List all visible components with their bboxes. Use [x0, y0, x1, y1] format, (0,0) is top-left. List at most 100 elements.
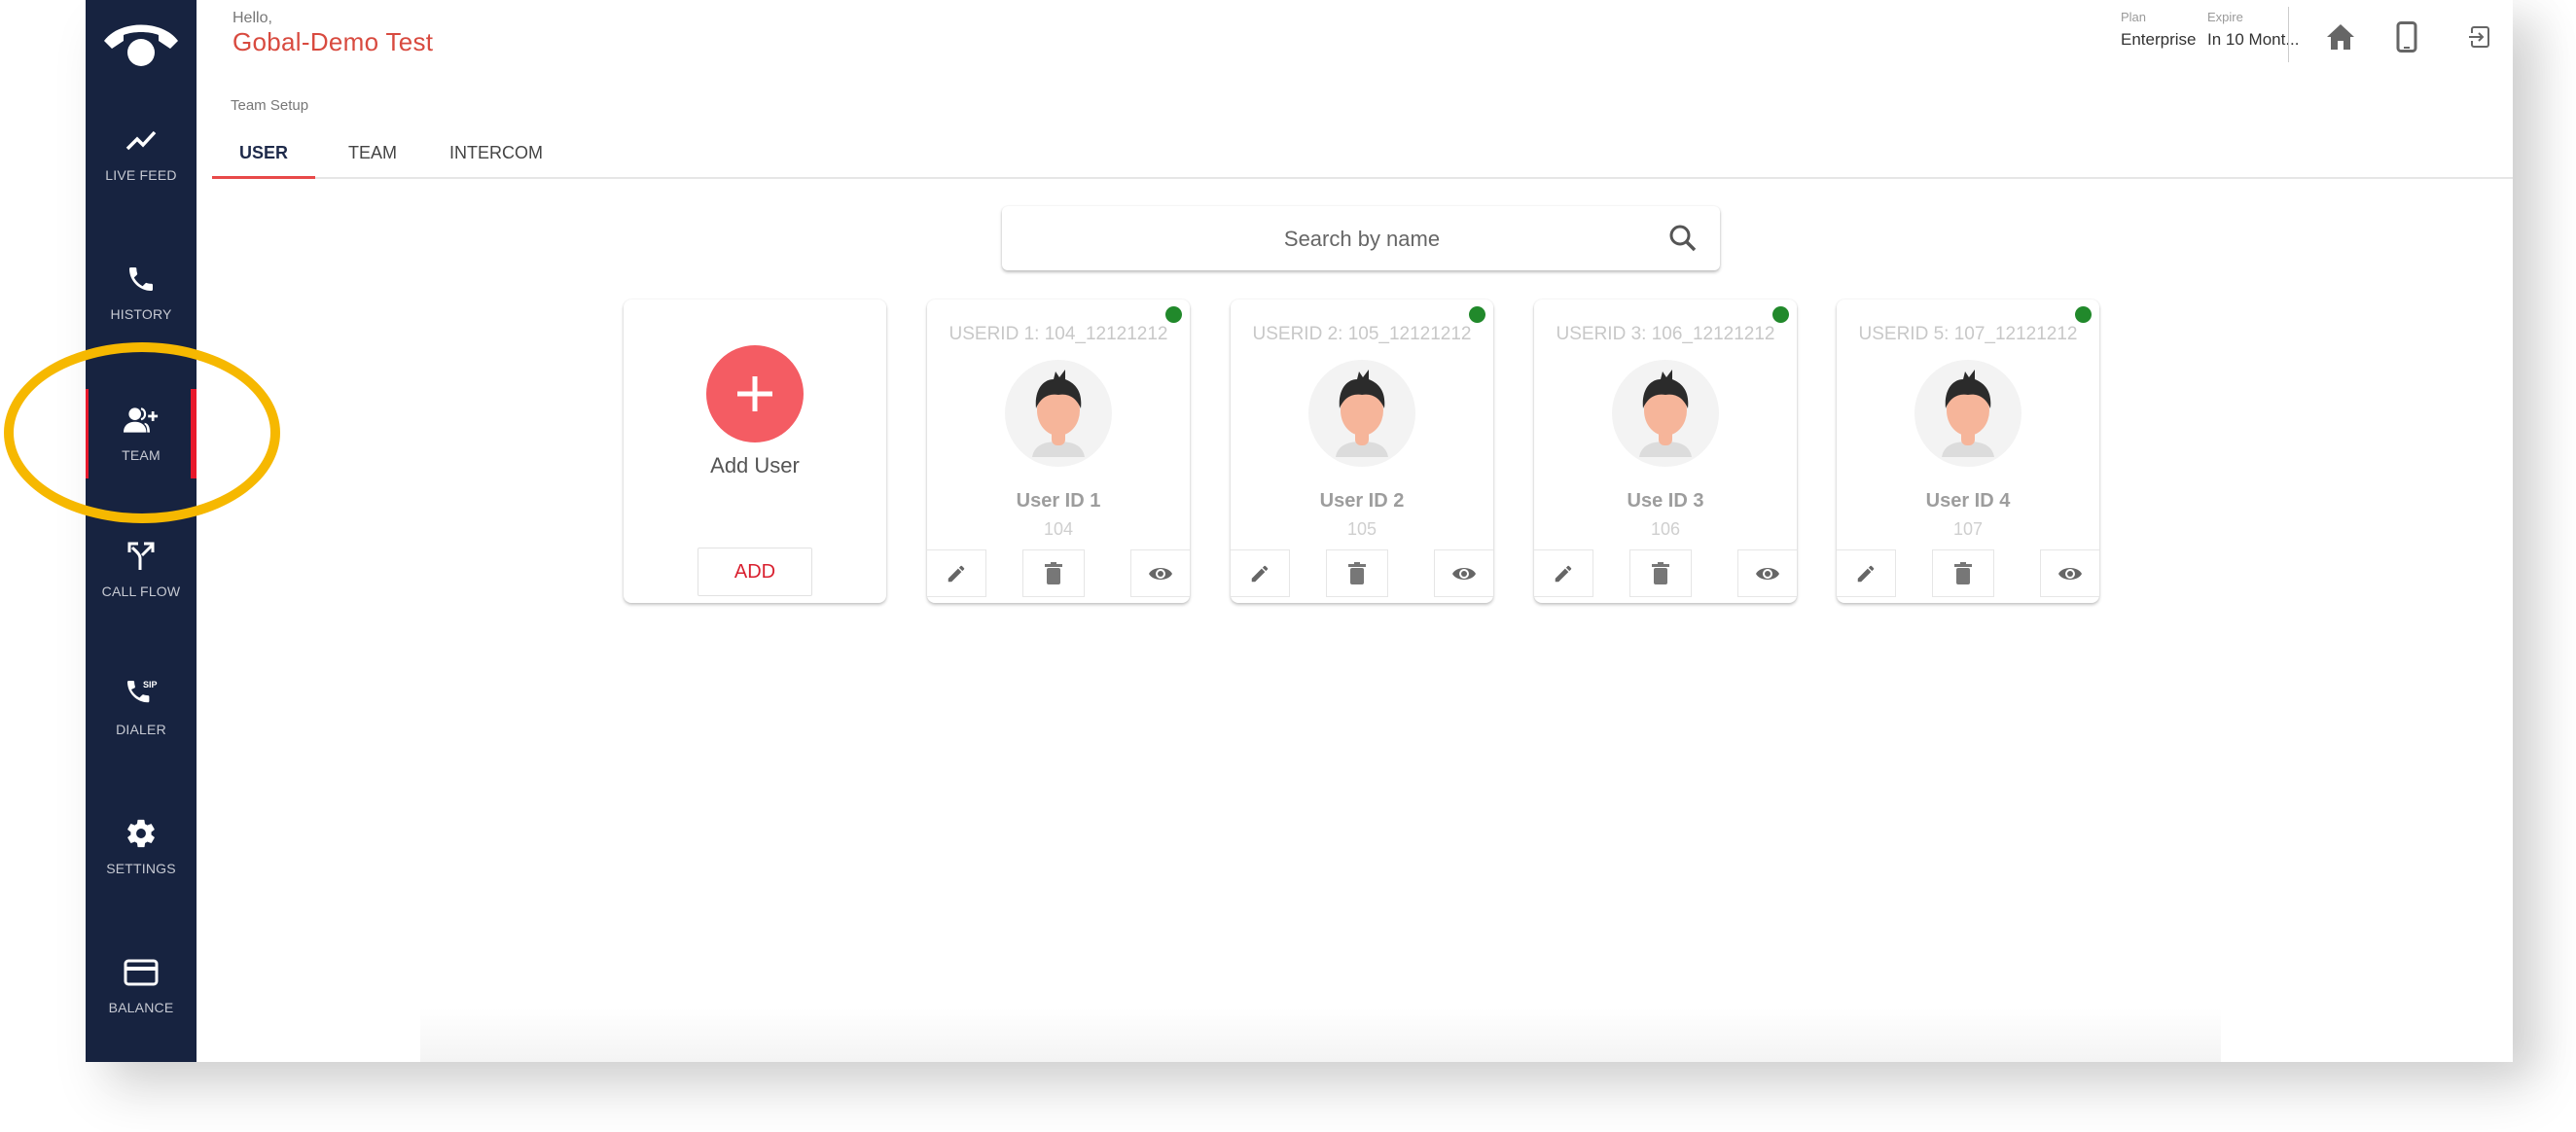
plan-label: Plan [2121, 10, 2147, 24]
group-add-icon [124, 403, 159, 438]
tab-bar: USER TEAM INTERCOM [212, 128, 2513, 179]
user-extension: 104 [1043, 519, 1074, 539]
userid-line: USERID 2: 105_12121212 [1252, 324, 1472, 344]
userid-line: USERID 5: 107_12121212 [1858, 324, 2078, 344]
eye-icon [1756, 567, 1779, 580]
avatar [1612, 360, 1719, 467]
eye-icon [1149, 567, 1172, 580]
status-online-indicator [1165, 306, 1182, 323]
sidebar-item-label: HISTORY [110, 306, 172, 322]
sidebar-item-team[interactable]: TEAM [86, 389, 197, 478]
pencil-icon [1251, 565, 1269, 582]
trash-icon [1045, 561, 1062, 584]
card-actions [1837, 549, 2099, 597]
sidebar-item-call-flow[interactable]: CALL FLOW [86, 525, 197, 615]
user-name: Use ID 3 [1627, 490, 1704, 512]
search-input[interactable] [1002, 206, 1685, 272]
user-card: USERID 1: 104_12121212 User ID 1 104 [927, 300, 1190, 603]
delete-button[interactable] [1326, 549, 1388, 597]
pencil-icon [1857, 565, 1875, 582]
delete-button[interactable] [1022, 549, 1085, 597]
tab-team[interactable]: TEAM [327, 128, 418, 177]
userid-line: USERID 3: 106_12121212 [1556, 324, 1775, 344]
card-actions [1231, 549, 1493, 597]
add-user-circle-button[interactable] [706, 345, 804, 442]
userid-line: USERID 1: 104_12121212 [948, 324, 1168, 344]
avatar [1308, 360, 1415, 467]
view-button[interactable] [2040, 549, 2099, 597]
pencil-icon [1555, 565, 1572, 582]
plus-icon [737, 376, 772, 411]
card-actions [927, 549, 1190, 597]
plan-info: Plan Enterprise [2121, 10, 2196, 50]
search-icon[interactable] [1665, 221, 1700, 256]
user-card: USERID 3: 106_12121212 Use ID 3 106 [1534, 300, 1797, 603]
avatar [1005, 360, 1112, 467]
plan-value: Enterprise [2121, 30, 2197, 49]
tab-intercom[interactable]: INTERCOM [428, 128, 564, 177]
pencil-icon [948, 565, 965, 582]
trash-icon [1954, 561, 1972, 584]
user-name: User ID 1 [1016, 490, 1101, 512]
section-label: Team Setup [231, 97, 309, 114]
logout-icon[interactable] [2459, 18, 2498, 56]
credit-card-icon [124, 955, 159, 990]
edit-button[interactable] [927, 549, 986, 597]
svg-text:SIP: SIP [143, 680, 158, 690]
sidebar: LIVE FEED HISTORY TEAM CALL FLOW SIP DIA… [86, 0, 197, 1062]
phone-logo-icon[interactable] [86, 21, 197, 76]
user-card: USERID 5: 107_12121212 User ID 4 107 [1837, 300, 2099, 603]
user-name: User ID 4 [1925, 490, 2011, 512]
user-extension: 106 [1650, 519, 1681, 539]
sidebar-item-label: TEAM [122, 447, 161, 463]
status-online-indicator [2075, 306, 2092, 323]
tab-user[interactable]: USER [212, 128, 315, 179]
user-extension: 105 [1346, 519, 1377, 539]
sidebar-item-live-feed[interactable]: LIVE FEED [86, 109, 197, 198]
mobile-icon[interactable] [2387, 18, 2426, 56]
expire-info: Expire In 10 Mont... [2207, 10, 2300, 50]
edit-button[interactable] [1837, 549, 1896, 597]
header-divider [2288, 7, 2289, 62]
edit-button[interactable] [1231, 549, 1290, 597]
call-split-icon [124, 539, 159, 574]
sidebar-item-dialer[interactable]: SIP DIALER [86, 663, 197, 753]
view-button[interactable] [1737, 549, 1797, 597]
username-text: Gobal-Demo Test [233, 27, 434, 56]
sidebar-item-label: DIALER [116, 722, 166, 737]
card-actions [1534, 549, 1797, 597]
delete-button[interactable] [1629, 549, 1692, 597]
sidebar-item-balance[interactable]: BALANCE [86, 941, 197, 1031]
user-extension: 107 [1952, 519, 1984, 539]
trending-up-icon [124, 123, 159, 158]
sidebar-item-history[interactable]: HISTORY [86, 248, 197, 337]
sidebar-item-label: BALANCE [108, 1000, 174, 1015]
sidebar-item-label: SETTINGS [106, 861, 176, 876]
status-online-indicator [1772, 306, 1789, 323]
sip-phone-icon: SIP [124, 677, 159, 712]
app-window: LIVE FEED HISTORY TEAM CALL FLOW SIP DIA… [86, 0, 2513, 1062]
bottom-shadow [420, 1008, 2221, 1062]
delete-button[interactable] [1932, 549, 1994, 597]
sidebar-item-label: LIVE FEED [105, 167, 177, 183]
sidebar-item-settings[interactable]: SETTINGS [86, 802, 197, 892]
view-button[interactable] [1130, 549, 1190, 597]
phone-icon [124, 262, 159, 297]
edit-button[interactable] [1534, 549, 1593, 597]
status-online-indicator [1469, 306, 1485, 323]
add-button[interactable]: ADD [698, 548, 812, 596]
user-card: USERID 2: 105_12121212 User ID 2 105 [1231, 300, 1493, 603]
greeting-text: Hello, [233, 10, 272, 26]
home-icon[interactable] [2321, 18, 2360, 56]
trash-icon [1348, 561, 1366, 584]
expire-value: In 10 Mont... [2207, 30, 2300, 49]
main-content: Hello, Gobal-Demo Test Plan Enterprise E… [197, 0, 2513, 1062]
expire-label: Expire [2207, 10, 2243, 24]
user-name: User ID 2 [1319, 490, 1405, 512]
view-button[interactable] [1434, 549, 1493, 597]
eye-icon [2058, 567, 2082, 580]
add-user-card: Add User ADD [624, 300, 886, 603]
add-user-title: Add User [710, 453, 800, 478]
eye-icon [1452, 567, 1476, 580]
search-bar [1002, 206, 1720, 272]
